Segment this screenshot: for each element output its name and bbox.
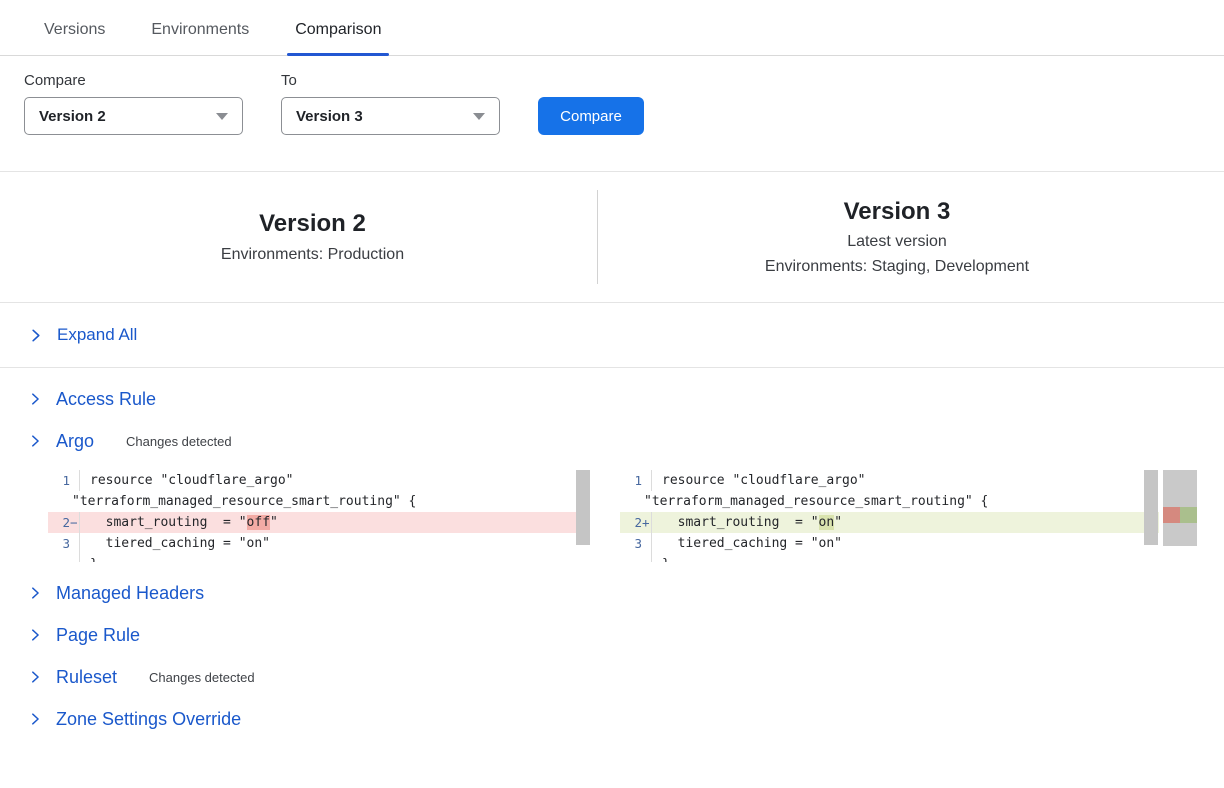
chevron-right-icon: [28, 434, 42, 448]
chevron-down-icon: [473, 113, 485, 120]
code-text: }: [652, 554, 670, 562]
expand-all-label: Expand All: [57, 325, 137, 345]
to-version-value: Version 3: [296, 108, 363, 125]
section-access-rule[interactable]: Access Rule: [0, 378, 1224, 420]
diff-line-added: 2+ smart_routing = "on": [620, 512, 1159, 533]
diff-line-removed: 2− smart_routing = "off": [48, 512, 590, 533]
left-version-title: Version 2: [28, 210, 597, 239]
code-text: resource "cloudflare_argo": [652, 470, 866, 491]
compare-version-value: Version 2: [39, 108, 106, 125]
chevron-right-icon: [28, 586, 42, 600]
section-label: Argo: [56, 431, 94, 452]
code-text: resource "cloudflare_argo": [80, 470, 294, 491]
to-field: To Version 3: [281, 72, 500, 135]
code-text: smart_routing = "on": [652, 512, 842, 533]
chevron-right-icon: [28, 670, 42, 684]
removed-token: off: [247, 515, 270, 530]
line-number: 3: [634, 533, 642, 554]
code-text: tiered_caching = "on": [80, 533, 270, 554]
chevron-right-icon: [28, 712, 42, 726]
section-label: Zone Settings Override: [56, 709, 241, 730]
right-version-title: Version 3: [598, 198, 1196, 227]
diff-overview-ruler[interactable]: [1163, 470, 1197, 546]
tab-comparison[interactable]: Comparison: [291, 21, 385, 55]
right-version-header: Version 3 Latest version Environments: S…: [598, 190, 1196, 284]
scrollbar[interactable]: [1144, 470, 1158, 545]
section-ruleset[interactable]: Ruleset Changes detected: [0, 656, 1224, 698]
section-label: Ruleset: [56, 667, 117, 688]
code-text: "terraform_managed_resource_smart_routin…: [644, 491, 988, 512]
line-number: 1: [634, 470, 642, 491]
code-text: smart_routing = "off": [80, 512, 278, 533]
section-managed-headers[interactable]: Managed Headers: [0, 572, 1224, 614]
compare-label: Compare: [24, 72, 243, 89]
diff-line-wrap: "terraform_managed_resource_smart_routin…: [620, 491, 1159, 512]
line-number: 1: [62, 470, 70, 491]
diff-left-panel[interactable]: 1 resource "cloudflare_argo" "terraform_…: [48, 470, 590, 562]
comparison-header: Version 2 Environments: Production Versi…: [0, 172, 1224, 302]
expand-all-button[interactable]: Expand All: [0, 303, 1224, 367]
diff-line: 3 tiered_caching = "on": [48, 533, 590, 554]
left-version-header: Version 2 Environments: Production: [28, 190, 598, 284]
section-label: Managed Headers: [56, 583, 204, 604]
line-number: 2: [634, 512, 642, 533]
section-label: Access Rule: [56, 389, 156, 410]
chevron-down-icon: [216, 113, 228, 120]
compare-button[interactable]: Compare: [538, 97, 644, 135]
tab-environments[interactable]: Environments: [147, 21, 253, 55]
diff-line: 3 tiered_caching = "on": [620, 533, 1159, 554]
changes-badge: Changes detected: [126, 434, 232, 449]
resource-sections: Access Rule Argo Changes detected 1 reso…: [0, 378, 1224, 740]
code-text: "terraform_managed_resource_smart_routin…: [72, 491, 416, 512]
line-number: 2: [62, 512, 70, 533]
code-text: tiered_caching = "on": [652, 533, 842, 554]
diff-line: }: [48, 554, 590, 562]
section-label: Page Rule: [56, 625, 140, 646]
section-page-rule[interactable]: Page Rule: [0, 614, 1224, 656]
added-token: on: [819, 515, 835, 530]
added-change-mark: [1180, 507, 1197, 523]
right-version-environments: Environments: Staging, Development: [598, 258, 1196, 276]
left-version-environments: Environments: Production: [28, 246, 597, 264]
diff-right-panel[interactable]: 1 resource "cloudflare_argo" "terraform_…: [620, 470, 1159, 562]
section-zone-settings-override[interactable]: Zone Settings Override: [0, 698, 1224, 740]
changes-badge: Changes detected: [149, 670, 255, 685]
removed-change-mark: [1163, 507, 1180, 523]
tab-versions[interactable]: Versions: [40, 21, 109, 55]
to-version-select[interactable]: Version 3: [281, 97, 500, 135]
diff-line-wrap: "terraform_managed_resource_smart_routin…: [48, 491, 590, 512]
diff-line: 1 resource "cloudflare_argo": [620, 470, 1159, 491]
code-text: }: [80, 554, 98, 562]
compare-version-select[interactable]: Version 2: [24, 97, 243, 135]
scrollbar[interactable]: [576, 470, 590, 545]
chevron-right-icon: [28, 628, 42, 642]
compare-controls: Compare Version 2 To Version 3 Compare: [0, 56, 1224, 135]
right-version-subtitle: Latest version: [598, 233, 1196, 251]
argo-diff: 1 resource "cloudflare_argo" "terraform_…: [48, 470, 1224, 562]
to-label: To: [281, 72, 500, 89]
removed-marker: −: [70, 512, 79, 533]
tab-bar: Versions Environments Comparison: [0, 0, 1224, 56]
diff-line: 1 resource "cloudflare_argo": [48, 470, 590, 491]
chevron-right-icon: [28, 328, 43, 343]
line-number: 3: [62, 533, 70, 554]
divider: [0, 367, 1224, 368]
diff-line: }: [620, 554, 1159, 562]
chevron-right-icon: [28, 392, 42, 406]
section-argo[interactable]: Argo Changes detected: [0, 420, 1224, 462]
added-marker: +: [642, 512, 651, 533]
compare-field: Compare Version 2: [24, 72, 243, 135]
